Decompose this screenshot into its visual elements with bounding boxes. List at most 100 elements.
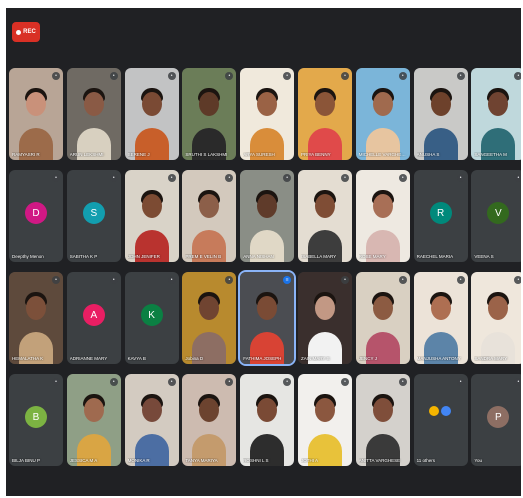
- video-feed: [240, 272, 295, 364]
- mic-muted-icon: •: [109, 276, 118, 284]
- participant-tile[interactable]: • HEMALATHA K: [9, 272, 63, 364]
- participant-tile[interactable]: • SANDRA MARY: [471, 272, 521, 364]
- participant-tile[interactable]: • MONIKA R: [124, 374, 179, 466]
- participant-tile[interactable]: S • SABITHA K P: [66, 170, 121, 262]
- participant-tile[interactable]: • SANGEETHA M: [471, 68, 521, 160]
- video-feed: [355, 272, 410, 364]
- participant-name: ANNA NISHAN: [243, 254, 274, 259]
- video-feed: [240, 170, 295, 262]
- participant-name: TANYA MARIYA: [185, 458, 218, 463]
- participant-tile[interactable]: • ANNA NISHAN: [240, 170, 295, 262]
- mic-muted-icon: •: [167, 72, 176, 80]
- mic-muted-icon: •: [398, 276, 407, 284]
- participant-name: RAECHEL MARIA: [416, 254, 454, 259]
- mic-muted-icon: •: [456, 378, 465, 386]
- avatar: A: [82, 304, 105, 326]
- participant-name: JOHN JENIFER: [127, 254, 160, 259]
- participant-tile[interactable]: • ROSE MARY: [355, 170, 410, 262]
- participant-tile[interactable]: • ROSHNI L S: [240, 374, 295, 466]
- participant-tile[interactable]: • MANJUSHA ANTONY: [413, 272, 468, 364]
- participant-name: ANITTA VARGHESE: [358, 458, 401, 463]
- mic-muted-icon: •: [514, 378, 521, 386]
- participant-name: MICHELLE VARGHESE: [358, 152, 407, 157]
- recording-label: REC: [23, 29, 36, 35]
- participant-tile[interactable]: D • Deepthy Menon: [9, 170, 63, 262]
- mic-muted-icon: •: [341, 174, 349, 182]
- participant-name: HEMALATHA K: [12, 356, 44, 361]
- avatar: K: [140, 304, 163, 326]
- participant-name: BILJA BINU P: [12, 458, 41, 463]
- video-feed: [298, 374, 352, 466]
- mic-muted-icon: •: [456, 276, 465, 284]
- others-avatars: [428, 406, 451, 416]
- participant-tile[interactable]: V • VEENA S: [471, 170, 521, 262]
- video-feed: [298, 170, 352, 262]
- mic-muted-icon: •: [398, 72, 407, 80]
- participant-tile[interactable]: B • BILJA BINU P: [9, 374, 63, 466]
- video-feed: [355, 170, 410, 262]
- video-feed: [182, 170, 237, 262]
- video-feed: [182, 68, 237, 160]
- participant-name: Jobina D: [185, 356, 204, 361]
- participant-name: KAVYA B: [127, 356, 146, 361]
- video-feed: [413, 272, 468, 364]
- participant-tile[interactable]: • ISABELLA MARY: [298, 170, 352, 262]
- participant-tile[interactable]: • RAMYASRI R: [9, 68, 63, 160]
- participant-tile[interactable]: • ARUN LEKSHMI: [66, 68, 121, 160]
- video-feed: [240, 68, 295, 160]
- participant-name: You: [474, 458, 482, 463]
- participant-name: Deepthy Menon: [12, 254, 44, 259]
- participant-tile[interactable]: • TANYA MARIYA: [182, 374, 237, 466]
- video-feed: [413, 68, 468, 160]
- mic-muted-icon: •: [514, 276, 521, 284]
- avatar: D: [25, 202, 47, 224]
- mic-muted-icon: •: [109, 72, 118, 80]
- avatar: P: [487, 406, 510, 428]
- participant-name: ISABELLA MARY: [301, 254, 337, 259]
- mic-muted-icon: •: [109, 174, 118, 182]
- participant-tile[interactable]: R • RAECHEL MARIA: [413, 170, 468, 262]
- mic-muted-icon: •: [514, 72, 521, 80]
- participant-tile[interactable]: • SRUTHI S LAKSHMI: [182, 68, 237, 160]
- participant-tile[interactable]: P • You: [471, 374, 521, 466]
- video-feed: [471, 68, 521, 160]
- participant-name: SANGEETHA M: [474, 152, 507, 157]
- mic-muted-icon: •: [456, 174, 465, 182]
- participant-tile[interactable]: • ZAIN MARY S: [298, 272, 352, 364]
- participant-tile[interactable]: • 11 others: [413, 374, 468, 466]
- participant-tile[interactable]: • PRIYA BENNY: [298, 68, 352, 160]
- mic-muted-icon: •: [52, 72, 60, 80]
- mic-muted-icon: •: [341, 72, 349, 80]
- participant-name: ARYA SURESH: [243, 152, 275, 157]
- participant-tile[interactable]: • ANITTA VARGHESE: [355, 374, 410, 466]
- video-feed: [240, 374, 295, 466]
- mic-muted-icon: •: [398, 378, 407, 386]
- participant-name: 11 others: [416, 458, 436, 463]
- mic-muted-icon: •: [398, 174, 407, 182]
- participant-name: JESSICA M A: [69, 458, 98, 463]
- participant-tile[interactable]: K • KAVYA B: [124, 272, 179, 364]
- participant-tile[interactable]: • Jobina D: [182, 272, 237, 364]
- participant-tile[interactable]: • JESSICA M A: [66, 374, 121, 466]
- mic-muted-icon: •: [109, 378, 118, 386]
- participant-name: FATHIMA JOSEPH: [243, 356, 282, 361]
- participant-name: MONIKA R: [127, 458, 150, 463]
- participant-name: PREM E VELIN B: [185, 254, 222, 259]
- participant-name: ROSHNI L S: [243, 458, 269, 463]
- participant-tile[interactable]: A • ADRIANNE MARY: [66, 272, 121, 364]
- video-feed: [355, 68, 410, 160]
- video-feed: [124, 374, 179, 466]
- participant-tile[interactable]: • MICHELLE VARGHESE: [355, 68, 410, 160]
- participant-tile[interactable]: • JENCY J: [355, 272, 410, 364]
- participant-name: VEENA S: [474, 254, 494, 259]
- participant-tile[interactable]: • ANUSHA S: [413, 68, 468, 160]
- participant-tile[interactable]: • ARYA SURESH: [240, 68, 295, 160]
- participant-tile[interactable]: • SERENE J: [124, 68, 179, 160]
- participant-tile[interactable]: • JOHN JENIFER: [124, 170, 179, 262]
- participant-name: ANUSHA S: [416, 152, 440, 157]
- participant-tile[interactable]: • JOTHI A: [298, 374, 352, 466]
- participant-tile[interactable]: ≡ FATHIMA JOSEPH: [238, 270, 297, 366]
- video-feed: [182, 272, 237, 364]
- record-dot-icon: [16, 29, 22, 35]
- participant-tile[interactable]: • PREM E VELIN B: [182, 170, 237, 262]
